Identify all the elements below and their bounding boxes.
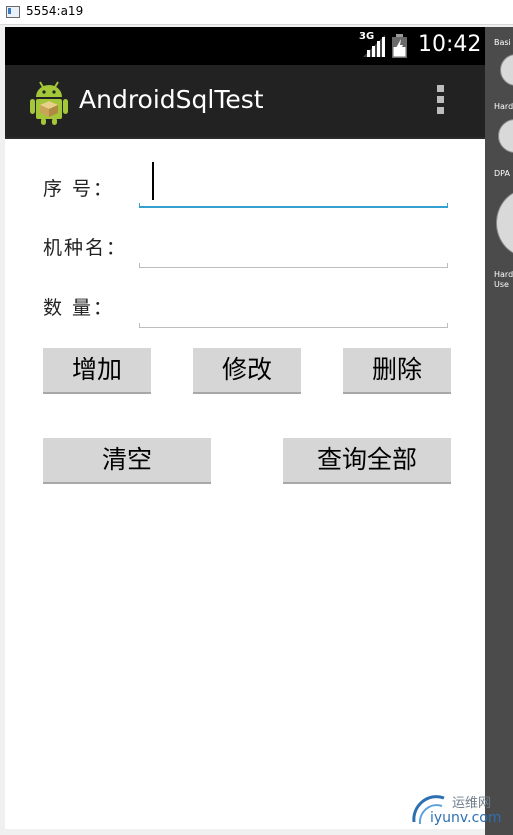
- quantity-label: 数 量：: [43, 297, 115, 319]
- device-screen: 3G 10:42 AndroidSqlTest 序 号： 机种名： 数 量： 增…: [5, 27, 485, 829]
- model-name-input[interactable]: [139, 223, 448, 263]
- side-label-hardware-2: Hard: [494, 270, 513, 279]
- model-name-underline: [139, 263, 448, 268]
- clock: 10:42: [418, 32, 482, 57]
- dpad-control[interactable]: [496, 189, 513, 257]
- app-title: AndroidSqlTest: [79, 85, 264, 114]
- watermark: 运维网 iyunv.com: [410, 788, 510, 832]
- serial-number-label: 序 号：: [43, 178, 115, 200]
- side-label-dpad: DPA: [494, 169, 510, 178]
- side-label-basic: Basi: [494, 38, 511, 47]
- basic-control-knob[interactable]: [500, 54, 513, 86]
- quantity-underline: [139, 323, 448, 328]
- android-app-icon[interactable]: [27, 79, 71, 125]
- watermark-text-domain: iyunv.com: [430, 810, 502, 826]
- signal-strength-icon: [363, 35, 385, 57]
- query-all-button[interactable]: 查询全部: [283, 438, 451, 484]
- model-name-label: 机种名：: [43, 237, 128, 259]
- serial-number-underline: [139, 203, 448, 208]
- quantity-input[interactable]: [139, 283, 448, 323]
- battery-icon: [392, 34, 407, 58]
- window-title: 5554:a19: [26, 4, 84, 18]
- serial-number-input[interactable]: [139, 161, 448, 201]
- side-label-use: Use: [494, 280, 509, 289]
- watermark-text-cn: 运维网: [452, 796, 492, 811]
- clear-button[interactable]: 清空: [43, 438, 211, 484]
- text-cursor: [152, 162, 154, 200]
- form-content: 序 号： 机种名： 数 量： 增加 修改 删除 清空 查询全部: [5, 139, 485, 829]
- hardware-button-knob[interactable]: [498, 119, 513, 153]
- side-label-hardware: Hard: [494, 102, 513, 111]
- add-button[interactable]: 增加: [43, 348, 151, 394]
- delete-button[interactable]: 删除: [343, 348, 451, 394]
- status-bar: 3G 10:42: [5, 27, 485, 65]
- overflow-menu-icon[interactable]: [437, 85, 447, 117]
- emulator-side-panel: Basi Hard DPA Hard Use: [485, 27, 513, 835]
- emulator-window: 5554:a19 3G 10:42 AndroidSqlTest 序 号： 机种…: [0, 0, 513, 835]
- modify-button[interactable]: 修改: [193, 348, 301, 394]
- window-app-icon: [6, 6, 20, 18]
- window-title-bar[interactable]: 5554:a19: [0, 0, 513, 25]
- action-bar: AndroidSqlTest: [5, 65, 485, 139]
